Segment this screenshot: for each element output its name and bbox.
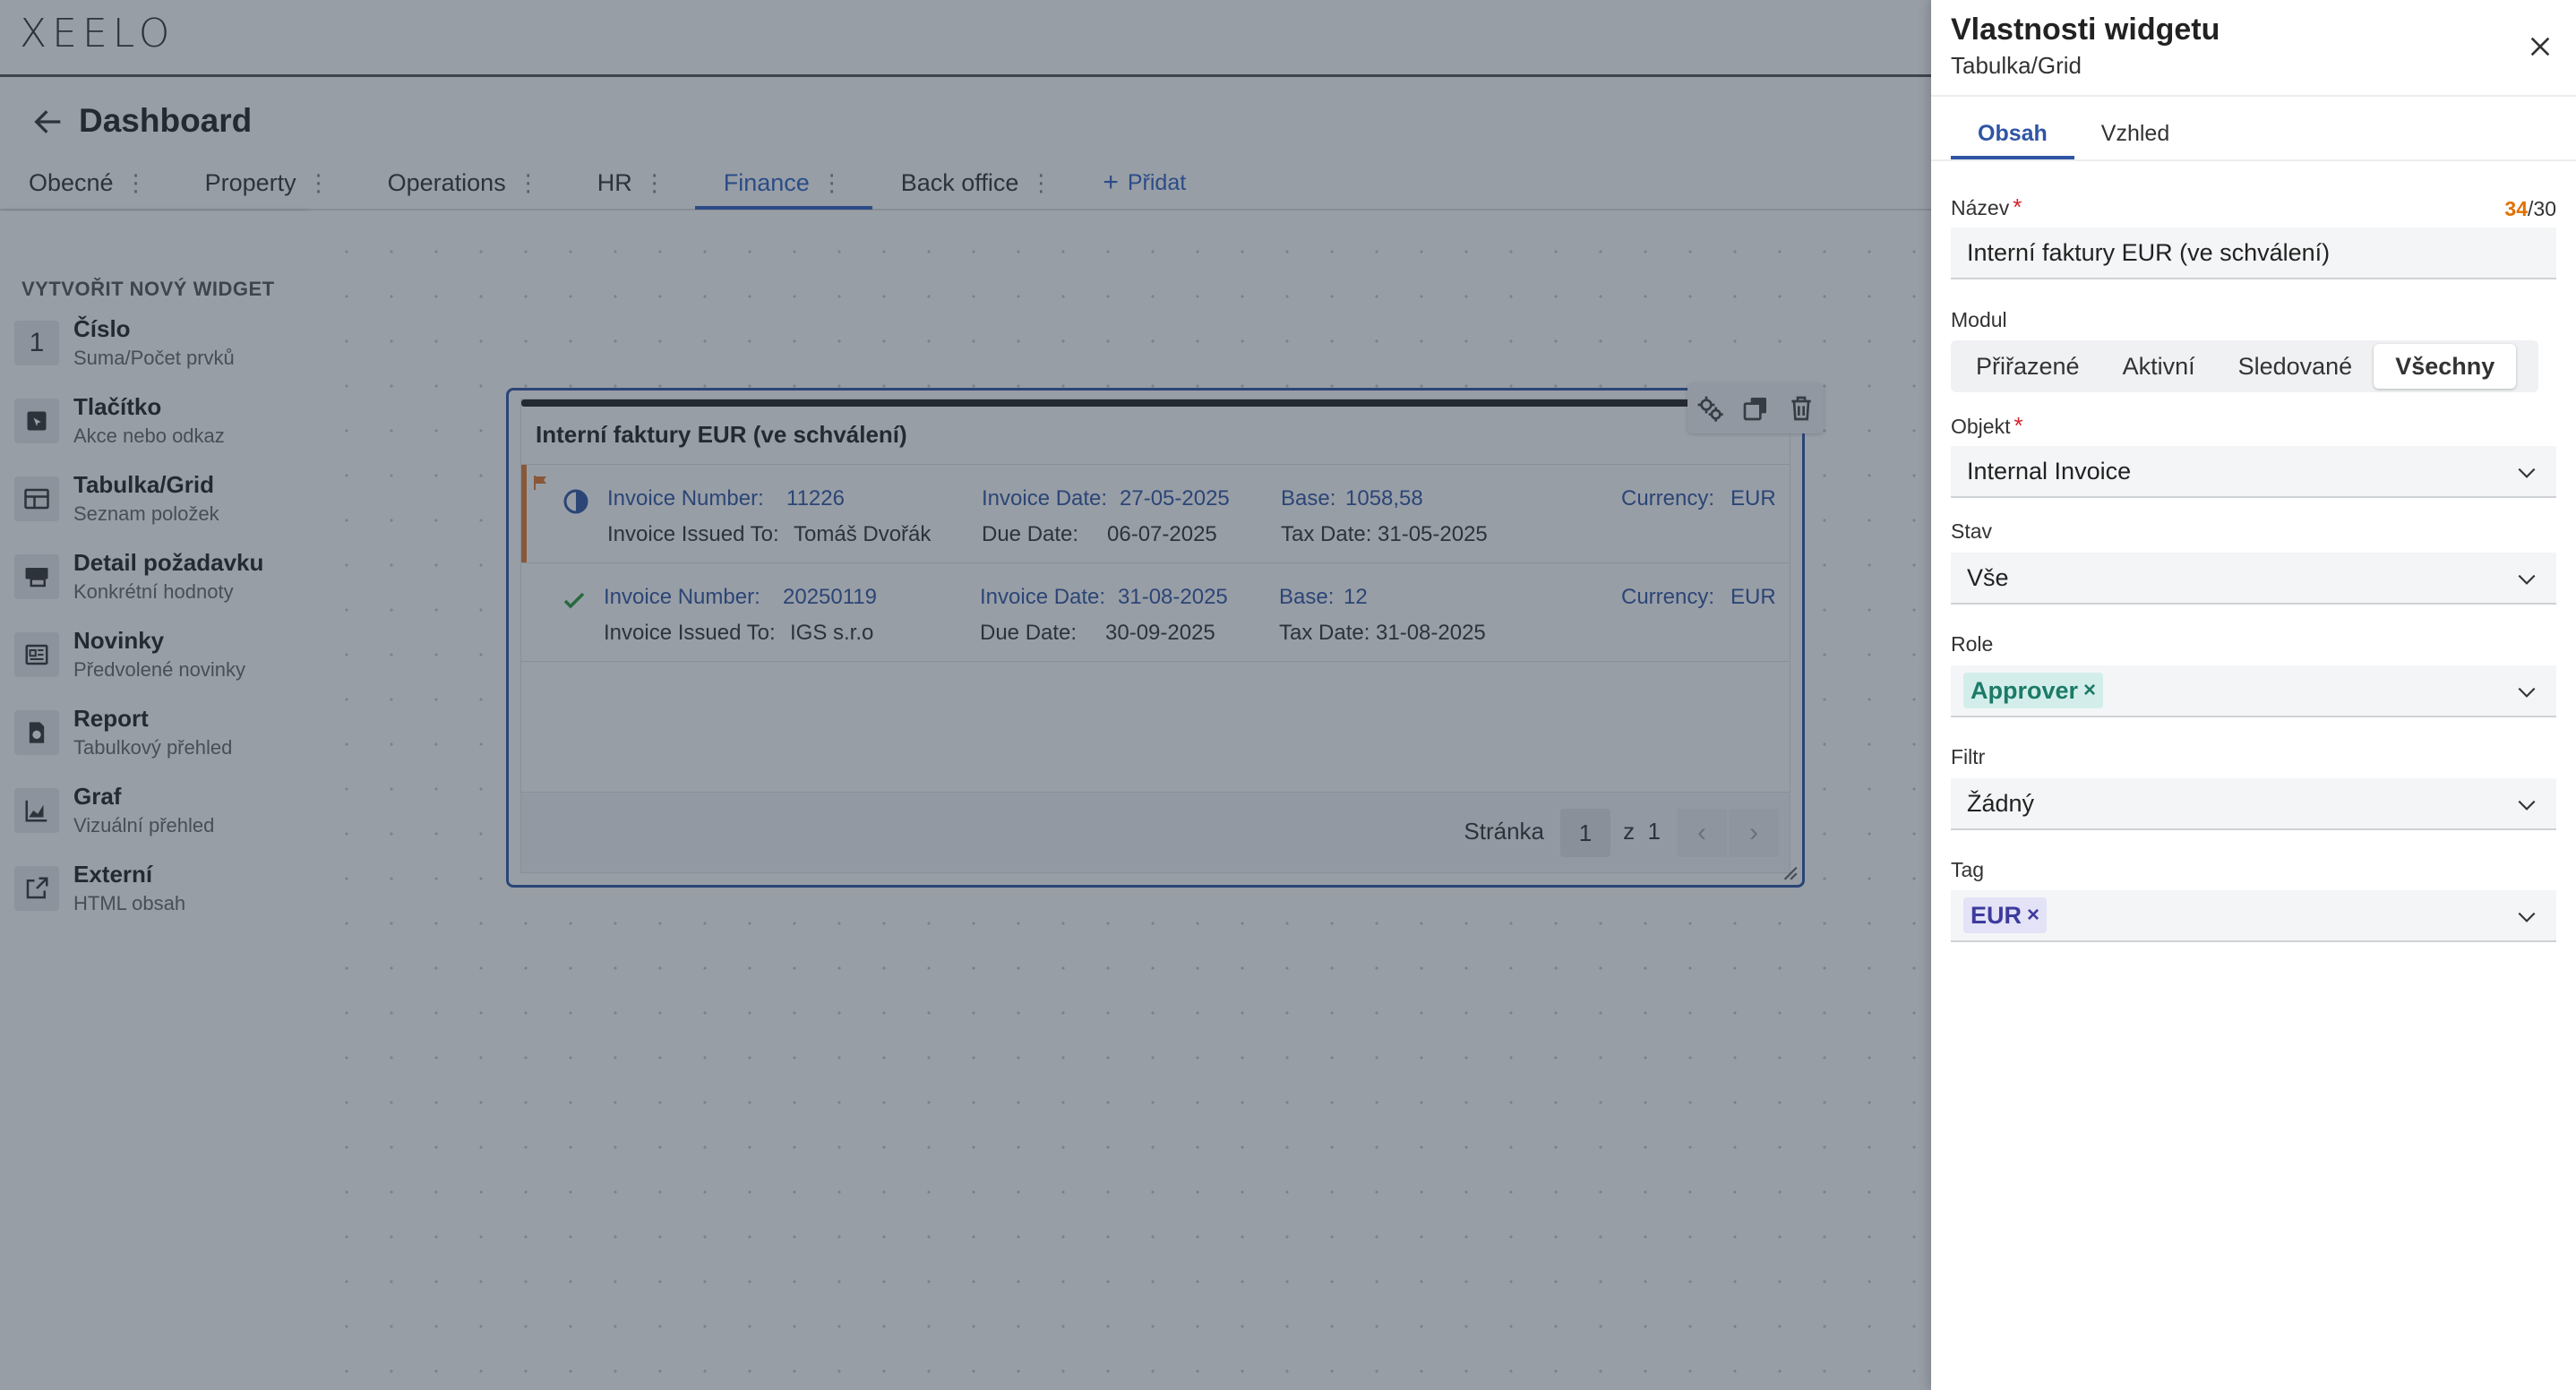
role-chip-label: Approver [1971, 676, 2079, 704]
stav-value: Vše [1967, 563, 2009, 591]
role-chip: Approver × [1963, 673, 2104, 708]
filtr-value: Žádný [1967, 789, 2035, 817]
modul-segmented-control: Přiřazené Aktivní Sledované Všechny [1951, 340, 2538, 392]
objekt-label-text: Objekt [1951, 415, 2011, 438]
modal-overlay[interactable] [0, 0, 1931, 1390]
tag-select[interactable]: EUR × [1951, 890, 2556, 942]
tag-chip: EUR × [1963, 897, 2048, 933]
stav-select[interactable]: Vše [1951, 553, 2556, 605]
panel-divider [1931, 95, 2576, 97]
name-label: Název * [1951, 193, 2022, 221]
panel-title: Vlastnosti widgetu [1951, 13, 2220, 47]
chevron-down-icon [2518, 800, 2536, 811]
chevron-down-icon [2518, 468, 2536, 478]
char-max: /30 [2528, 197, 2556, 220]
remove-chip-icon[interactable]: × [2083, 678, 2096, 703]
objekt-select[interactable]: Internal Invoice [1951, 446, 2556, 498]
modul-option-sledovane[interactable]: Sledované [2217, 344, 2374, 389]
name-label-text: Název [1951, 196, 2010, 219]
filtr-select[interactable]: Žádný [1951, 778, 2556, 830]
panel-subtitle: Tabulka/Grid [1951, 52, 2082, 79]
stav-label: Stav [1951, 519, 1993, 543]
tag-chip-label: EUR [1971, 901, 2022, 929]
chevron-down-icon [2518, 687, 2536, 698]
remove-chip-icon[interactable]: × [2027, 903, 2039, 928]
tabs-divider [1931, 159, 2576, 161]
name-input-value: Interní faktury EUR (ve schválení) [1967, 238, 2331, 266]
objekt-label: Objekt * [1951, 412, 2023, 440]
app-background: XEELO Dashboard Obecné ⋮ Property ⋮ Operat… [0, 0, 1931, 1390]
role-label: Role [1951, 632, 1994, 656]
filtr-label: Filtr [1951, 745, 1986, 768]
chevron-down-icon [2518, 912, 2536, 922]
chevron-down-icon [2518, 574, 2536, 585]
modul-option-vsechny[interactable]: Všechny [2374, 344, 2517, 389]
name-input[interactable]: Interní faktury EUR (ve schválení) [1951, 227, 2556, 279]
tab-obsah[interactable]: Obsah [1951, 107, 2074, 159]
objekt-value: Internal Invoice [1967, 457, 2132, 485]
close-icon[interactable] [2526, 32, 2555, 61]
modul-label: Modul [1951, 308, 2007, 331]
modul-option-aktivni[interactable]: Aktivní [2101, 344, 2217, 389]
required-marker: * [2014, 412, 2023, 439]
role-select[interactable]: Approver × [1951, 665, 2556, 717]
modul-option-prirazene[interactable]: Přiřazené [1954, 344, 2101, 389]
panel-tabs: Obsah Vzhled [1951, 107, 2196, 159]
tag-label: Tag [1951, 858, 1985, 881]
required-marker: * [2013, 193, 2022, 220]
widget-properties-panel: Vlastnosti widgetu Tabulka/Grid Obsah Vz… [1931, 0, 2576, 1390]
char-counter: 34/30 [2504, 197, 2556, 221]
tab-vzhled[interactable]: Vzhled [2074, 107, 2196, 159]
char-count: 34 [2504, 197, 2529, 220]
